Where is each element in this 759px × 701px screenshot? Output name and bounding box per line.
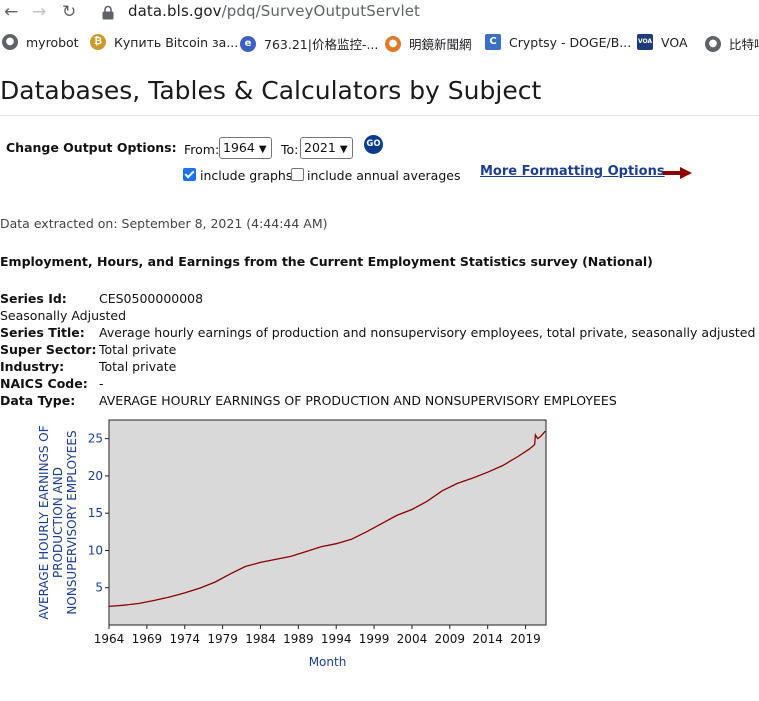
reload-icon[interactable]: ↻ (62, 2, 76, 22)
arrow-right-icon[interactable] (663, 166, 693, 180)
x-tick-label: 1979 (207, 632, 238, 646)
mirror-icon: ● (385, 35, 401, 52)
from-label: From: (184, 142, 220, 157)
url-field[interactable]: data.bls.gov/pdq/SurveyOutputServlet (128, 2, 420, 20)
bookmark-price-monitor[interactable]: e 763.21|价格监控-... (240, 34, 378, 53)
extracted-date: Data extracted on: September 8, 2021 (4:… (0, 216, 328, 231)
page-title: Databases, Tables & Calculators by Subje… (0, 76, 542, 105)
bookmark-cryptsy[interactable]: C Cryptsy - DOGE/B... (485, 34, 631, 50)
chevron-down-icon: ▼ (258, 144, 267, 155)
bookmark-label: 比特啡 (729, 37, 759, 52)
bookmark-label: 763.21|价格监控-... (264, 37, 379, 52)
y-tick-label: 25 (88, 432, 103, 446)
eye-icon: e (240, 35, 256, 52)
x-axis-label: Month (309, 655, 347, 669)
x-tick-label: 1994 (321, 632, 352, 646)
y-tick-label: 10 (88, 543, 103, 557)
go-button[interactable]: GO (364, 135, 383, 154)
survey-title: Employment, Hours, and Earnings from the… (0, 254, 653, 269)
x-tick-label: 2014 (472, 632, 503, 646)
bookmark-myrobot[interactable]: ● myrobot (2, 34, 79, 50)
bookmark-label: Купить Bitcoin за... (114, 34, 239, 50)
x-tick-label: 1999 (359, 632, 390, 646)
data-type-value: AVERAGE HOURLY EARNINGS OF PRODUCTION AN… (99, 393, 617, 408)
x-tick-label: 1984 (245, 632, 276, 646)
include-graphs-checkbox[interactable] (183, 168, 196, 181)
more-formatting-options-link[interactable]: More Formatting Options (480, 164, 665, 179)
y-axis-label-line: AVERAGE HOURLY EARNINGS OF (38, 425, 51, 619)
series-id-label: Series Id: (0, 291, 67, 306)
include-annual-averages-checkbox[interactable] (291, 168, 304, 181)
bookmark-label: 明鏡新聞網 (409, 37, 472, 52)
x-tick-label: 2019 (510, 632, 541, 646)
bookmark-bitcoin[interactable]: ₿ Купить Bitcoin за... (90, 34, 238, 50)
from-year-value: 1964 (223, 140, 255, 155)
y-axis-label-line: NONSUPERVISORY EMPLOYEES (65, 430, 79, 614)
plot-area (108, 419, 547, 626)
series-title-value: Average hourly earnings of production an… (99, 325, 756, 340)
globe-icon: ● (705, 35, 721, 52)
super-sector-label: Super Sector: (0, 342, 97, 357)
bookmark-voa[interactable]: VOA VOA (637, 34, 688, 50)
url-path: /pdq/SurveyOutputServlet (221, 2, 421, 20)
globe-icon: ● (2, 34, 18, 50)
to-label: To: (281, 142, 299, 157)
naics-value: - (99, 376, 104, 391)
x-tick-label: 2004 (397, 632, 428, 646)
to-year-value: 2021 (304, 140, 336, 155)
bookmark-mirror-news[interactable]: ● 明鏡新聞網 (385, 34, 472, 53)
chevron-down-icon: ▼ (339, 144, 348, 155)
super-sector-value: Total private (99, 342, 177, 357)
to-year-select[interactable]: 2021 ▼ (300, 137, 353, 159)
y-tick-label: 5 (95, 581, 103, 595)
address-bar: ← → ↻ data.bls.gov/pdq/SurveyOutputServl… (0, 0, 759, 26)
include-graphs-label: include graphs (200, 168, 293, 183)
y-axis-label-line: PRODUCTION AND (51, 467, 65, 578)
x-tick-label: 1969 (132, 632, 163, 646)
x-tick-label: 1974 (169, 632, 200, 646)
lock-icon[interactable] (101, 5, 115, 20)
x-tick-label: 1964 (94, 632, 125, 646)
earnings-line-chart: 5 10 15 20 25 1964 1969 1974 1979 1984 1989 1994 199… (38, 419, 547, 669)
data-type-label: Data Type: (0, 393, 76, 408)
url-host: data.bls.gov (128, 2, 222, 20)
from-year-select[interactable]: 1964 ▼ (219, 137, 272, 159)
industry-value: Total private (99, 359, 177, 374)
bookmark-label: Cryptsy - DOGE/B... (509, 34, 632, 50)
change-output-label: Change Output Options: (6, 140, 177, 155)
cryptsy-icon: C (485, 34, 501, 50)
include-annual-averages-label: include annual averages (307, 168, 461, 183)
divider (0, 115, 759, 116)
naics-label: NAICS Code: (0, 376, 88, 391)
seasonal-adjustment-text: Seasonally Adjusted (0, 308, 127, 323)
x-tick-label: 1989 (283, 632, 314, 646)
back-arrow-icon[interactable]: ← (4, 2, 18, 22)
bookmark-label: myrobot (26, 34, 79, 50)
x-tick-label: 2009 (435, 632, 466, 646)
voa-icon: VOA (637, 34, 653, 50)
y-tick-label: 20 (88, 469, 103, 483)
bookmark-other[interactable]: ● 比特啡 (705, 34, 759, 53)
bookmark-label: VOA (661, 34, 688, 50)
industry-label: Industry: (0, 359, 65, 374)
y-tick-label: 15 (88, 506, 103, 520)
forward-arrow-icon[interactable]: → (32, 2, 46, 22)
series-title-label: Series Title: (0, 325, 85, 340)
series-id-value: CES0500000008 (99, 291, 204, 306)
bookmarks-bar: ● myrobot ₿ Купить Bitcoin за... e 763.2… (0, 30, 759, 56)
bitcoin-icon: ₿ (90, 34, 106, 50)
y-axis-label: AVERAGE HOURLY EARNINGS OFPRODUCTION AND… (38, 425, 79, 619)
